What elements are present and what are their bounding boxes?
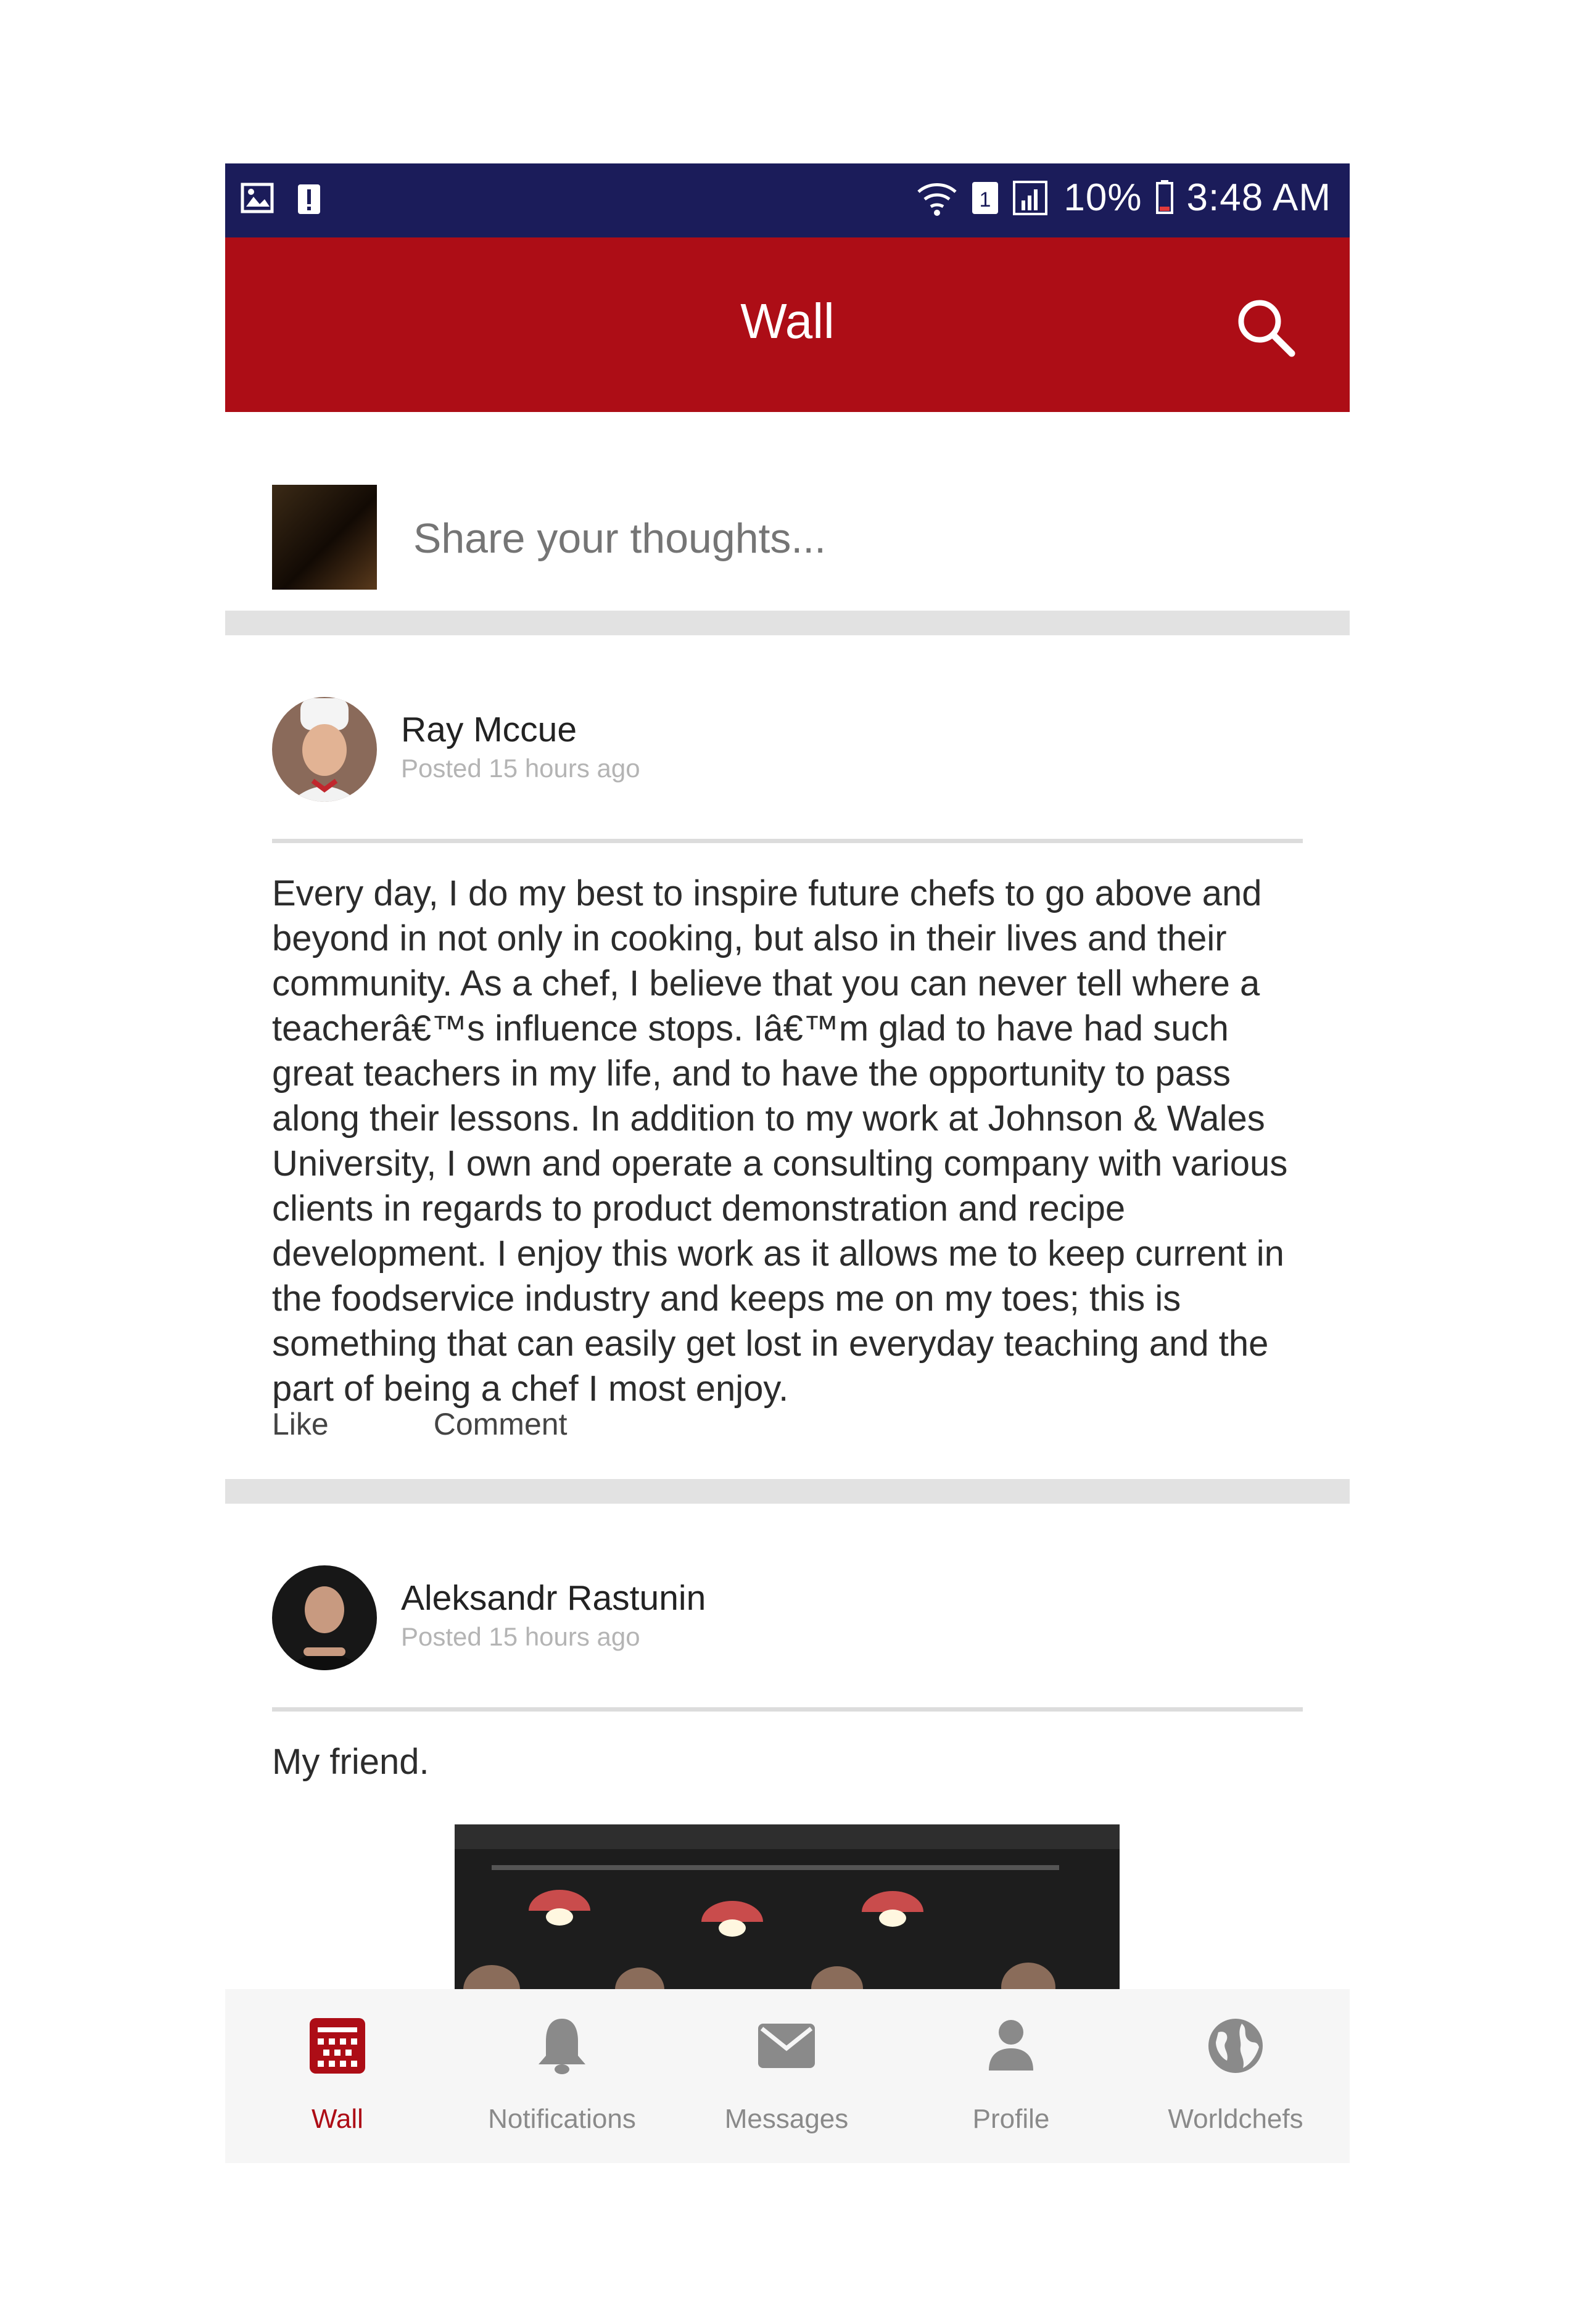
post-actions: Like Comment (272, 1406, 567, 1442)
post-card: Aleksandr Rastunin Posted 15 hours ago M… (225, 1504, 1350, 1997)
gallery-icon (241, 183, 274, 213)
nav-label-messages: Messages (724, 2104, 849, 2134)
post-composer (225, 412, 1350, 611)
nav-label-worldchefs: Worldchefs (1168, 2104, 1303, 2134)
envelope-icon (758, 2024, 815, 2068)
author-photo (272, 697, 377, 802)
nav-label-notifications: Notifications (488, 2104, 636, 2134)
like-button[interactable]: Like (272, 1406, 329, 1442)
person-icon (989, 2020, 1033, 2071)
avatar[interactable] (272, 485, 377, 590)
nav-item-worldchefs[interactable]: Worldchefs (1123, 1989, 1348, 2163)
sim-icon: 1 (972, 181, 999, 214)
app-header: Wall (225, 237, 1350, 412)
avatar[interactable] (272, 1565, 377, 1670)
post-divider (272, 839, 1303, 843)
post-text: Every day, I do my best to inspire futur… (272, 873, 1288, 1409)
signal-icon (1013, 180, 1048, 215)
post-timestamp: Posted 15 hours ago (401, 754, 640, 783)
post-timestamp: Posted 15 hours ago (401, 1622, 640, 1651)
author-name[interactable]: Ray Mccue (401, 709, 577, 750)
page-title: Wall (740, 294, 835, 348)
post-card: Ray Mccue Posted 15 hours ago Every day,… (225, 635, 1350, 1479)
share-thoughts-input[interactable] (413, 505, 1154, 572)
globe-icon (1208, 2019, 1263, 2073)
post-divider (272, 1707, 1303, 1712)
kitchen-photo (455, 1824, 1120, 1990)
battery-icon (1155, 179, 1173, 214)
avatar[interactable] (272, 697, 377, 802)
nav-item-profile[interactable]: Profile (899, 1989, 1123, 2163)
nav-label-wall: Wall (312, 2104, 363, 2134)
nav-item-notifications[interactable]: Notifications (450, 1989, 674, 2163)
svg-text:1: 1 (980, 188, 991, 212)
feed-divider (225, 1479, 1350, 1504)
author-photo (272, 1565, 377, 1670)
feed-divider (225, 611, 1350, 635)
search-icon[interactable] (1231, 293, 1299, 361)
nav-item-messages[interactable]: Messages (674, 1989, 899, 2163)
alert-icon (298, 184, 320, 214)
bell-icon (539, 2019, 585, 2074)
clock: 3:48 AM (1186, 176, 1331, 219)
comment-button[interactable]: Comment (434, 1406, 568, 1442)
bottom-nav: Wall Notifications Messages Profile Worl… (225, 1989, 1350, 2163)
author-name[interactable]: Aleksandr Rastunin (401, 1578, 706, 1618)
nav-label-profile: Profile (972, 2104, 1050, 2134)
status-bar: 1 10% 3:48 AM (225, 163, 1350, 237)
battery-percent: 10% (1063, 176, 1142, 219)
post-image[interactable] (455, 1824, 1120, 1990)
post-text: My friend. (272, 1742, 429, 1782)
wall-icon (310, 2018, 365, 2074)
nav-item-wall[interactable]: Wall (225, 1989, 450, 2163)
wifi-icon (917, 183, 957, 216)
phone-screen: 1 10% 3:48 AM Wall Share your thoughts..… (225, 163, 1350, 2163)
